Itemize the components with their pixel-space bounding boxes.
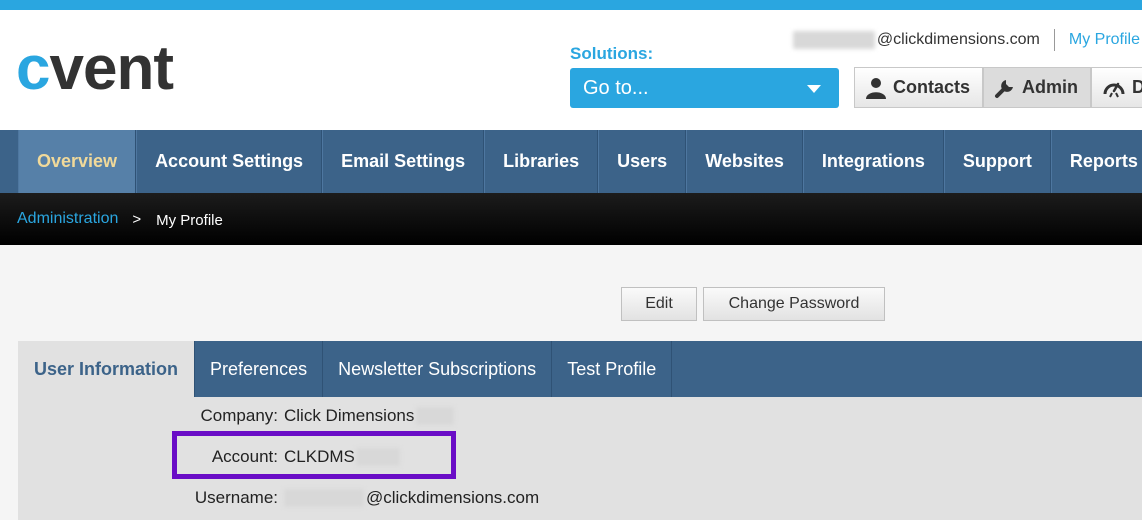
username-row: Username: @clickdimensions.com <box>18 486 539 510</box>
company-row: Company: Click Dimensions <box>18 404 455 428</box>
redacted-username <box>792 31 875 49</box>
chevron-down-icon <box>807 85 821 93</box>
nav-libraries[interactable]: Libraries <box>484 130 599 193</box>
cvent-logo[interactable]: cvent <box>16 38 174 100</box>
header: cvent @clickdimensions.com My Profile So… <box>0 10 1142 130</box>
redacted-username-local <box>284 489 364 507</box>
dashboard-button-label: D <box>1132 77 1142 97</box>
nav-reports[interactable]: Reports <box>1050 130 1142 193</box>
redacted-company-suffix <box>416 407 455 425</box>
nav-websites[interactable]: Websites <box>686 130 803 193</box>
username-label: Username: <box>194 488 278 507</box>
company-value: Click Dimensions <box>284 406 415 425</box>
user-line: @clickdimensions.com My Profile <box>792 28 1142 52</box>
user-information-panel: Company: Click Dimensions Account: CLKDM… <box>18 397 1142 520</box>
edit-button[interactable]: Edit <box>621 287 697 321</box>
goto-dropdown-label: Go to... <box>583 76 649 99</box>
breadcrumb: Administration > My Profile <box>0 193 1142 245</box>
company-value-wrap: Click Dimensions <box>284 406 455 426</box>
nav-integrations[interactable]: Integrations <box>802 130 944 193</box>
profile-content: Edit Change Password User Information Pr… <box>0 245 1142 520</box>
user-email-domain: @clickdimensions.com <box>876 31 1040 48</box>
tab-newsletter-subscriptions[interactable]: Newsletter Subscriptions <box>323 341 553 397</box>
account-highlight-box <box>172 431 456 479</box>
nav-users[interactable]: Users <box>598 130 687 193</box>
company-label: Company: <box>200 406 278 425</box>
wrench-icon <box>995 79 1014 98</box>
breadcrumb-administration[interactable]: Administration <box>17 210 118 228</box>
dashboard-button[interactable]: D <box>1091 67 1142 108</box>
profile-tabs: User Information Preferences Newsletter … <box>18 341 1142 397</box>
contacts-button-label: Contacts <box>893 77 971 97</box>
nav-support[interactable]: Support <box>943 130 1051 193</box>
change-password-button[interactable]: Change Password <box>703 287 885 321</box>
solutions-label: Solutions: <box>570 44 654 63</box>
username-domain: @clickdimensions.com <box>366 488 540 507</box>
person-icon <box>866 77 886 99</box>
admin-button-label: Admin <box>1022 77 1079 97</box>
divider <box>1053 29 1055 51</box>
username-value-wrap: @clickdimensions.com <box>284 488 539 508</box>
contacts-button[interactable]: Contacts <box>854 67 984 108</box>
main-nav-items: Overview Account Settings Email Settings… <box>18 130 1142 193</box>
nav-overview[interactable]: Overview <box>18 130 137 193</box>
app-switcher: Contacts Admin D <box>854 67 1142 108</box>
tab-user-information[interactable]: User Information <box>18 341 196 397</box>
breadcrumb-current: My Profile <box>156 211 223 229</box>
top-accent-stripe <box>0 0 1142 10</box>
breadcrumb-separator: > <box>132 210 142 228</box>
nav-email-settings[interactable]: Email Settings <box>322 130 485 193</box>
admin-button[interactable]: Admin <box>983 67 1092 108</box>
my-profile-link[interactable]: My Profile <box>1069 31 1142 49</box>
nav-account-settings[interactable]: Account Settings <box>136 130 323 193</box>
goto-dropdown[interactable]: Go to... <box>570 68 839 108</box>
dashboard-icon <box>1103 82 1125 97</box>
tab-test-profile[interactable]: Test Profile <box>552 341 673 397</box>
tab-preferences[interactable]: Preferences <box>195 341 324 397</box>
